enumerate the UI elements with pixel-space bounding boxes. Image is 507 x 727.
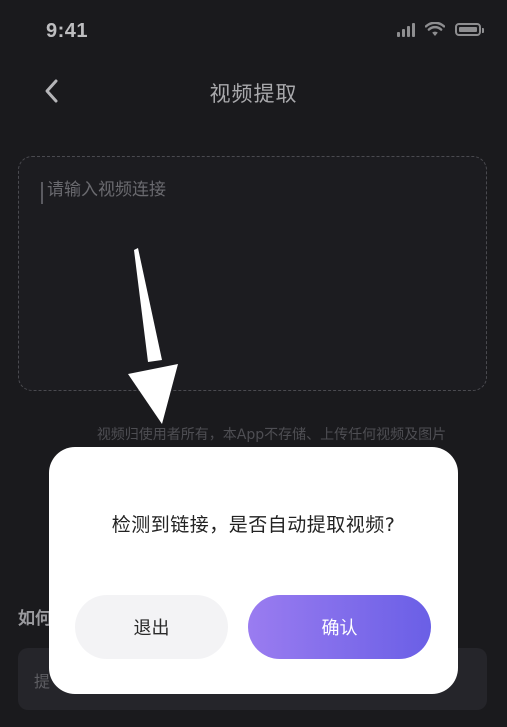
arrow-down-icon bbox=[128, 248, 178, 424]
confirm-button[interactable]: 确认 bbox=[248, 595, 431, 659]
help-box-text: 提 bbox=[34, 672, 51, 691]
link-input-box[interactable] bbox=[18, 156, 487, 391]
cellular-signal-icon bbox=[397, 22, 415, 37]
status-bar: 9:41 bbox=[0, 0, 507, 60]
confirm-dialog: 检测到链接，是否自动提取视频? 退出 确认 bbox=[49, 447, 458, 694]
confirm-button-label: 确认 bbox=[321, 618, 358, 639]
battery-icon bbox=[455, 23, 484, 36]
status-time: 9:41 bbox=[46, 20, 89, 42]
exit-button-label: 退出 bbox=[133, 618, 170, 639]
page-title: 视频提取 bbox=[209, 82, 298, 106]
video-link-input[interactable] bbox=[45, 179, 466, 201]
dialog-message: 检测到链接，是否自动提取视频? bbox=[111, 514, 396, 536]
screen: 9:41 视频提取 请输入视频连接 视频归使用者所有，本App不存储、上传任何视… bbox=[0, 0, 507, 727]
help-section-title: 如何 bbox=[18, 609, 52, 629]
wifi-icon bbox=[425, 22, 445, 36]
exit-button[interactable]: 退出 bbox=[75, 595, 228, 659]
text-caret bbox=[41, 182, 43, 204]
status-icons bbox=[397, 22, 484, 37]
disclaimer-text: 视频归使用者所有，本App不存储、上传任何视频及图片 bbox=[96, 427, 447, 443]
nav-bar: 视频提取 bbox=[0, 70, 507, 114]
